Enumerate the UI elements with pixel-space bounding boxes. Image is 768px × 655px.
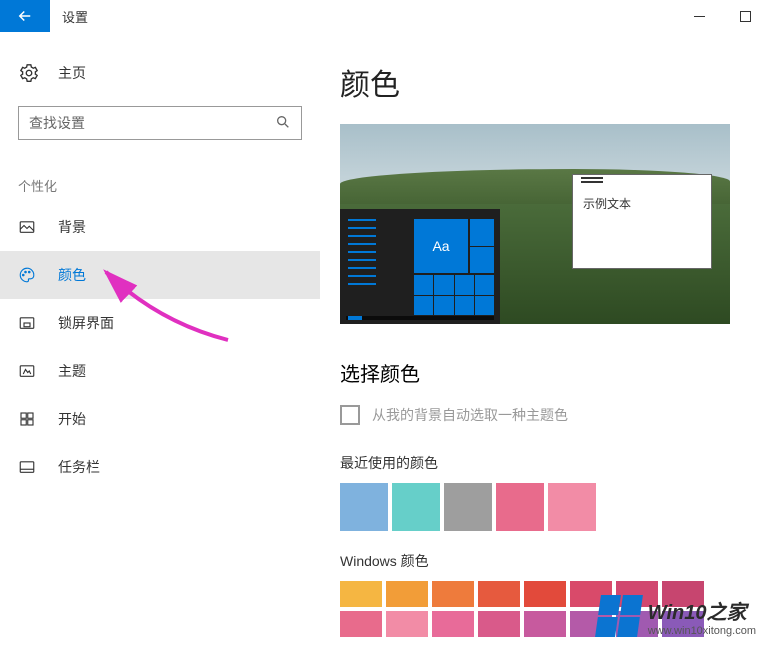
section-label: 个性化 — [0, 152, 320, 203]
tile-accent: Aa — [414, 219, 468, 273]
content-pane: 颜色 示例文本 Aa 选择颜色 从我的背景自动选取一种主题色 最近使用的颜色 W… — [320, 32, 768, 655]
start-preview: Aa — [340, 209, 500, 324]
nav-label: 开始 — [58, 409, 86, 429]
color-swatch[interactable] — [524, 581, 566, 607]
nav-start[interactable]: 开始 — [0, 395, 320, 443]
recent-colors-row — [340, 483, 740, 531]
nav-background[interactable]: 背景 — [0, 203, 320, 251]
choose-color-heading: 选择颜色 — [340, 358, 760, 387]
search-input[interactable]: 查找设置 — [18, 106, 302, 140]
image-icon — [18, 218, 40, 236]
auto-pick-checkbox[interactable]: 从我的背景自动选取一种主题色 — [340, 405, 760, 425]
home-label: 主页 — [58, 63, 86, 83]
sample-text: 示例文本 — [583, 195, 631, 212]
search-placeholder: 查找设置 — [29, 113, 85, 133]
taskbar-icon — [18, 458, 40, 476]
palette-icon — [18, 266, 40, 284]
watermark-url: www.win10xitong.com — [648, 625, 756, 637]
windows-colors-label: Windows 颜色 — [340, 551, 760, 571]
titlebar: 设置 — [0, 0, 768, 32]
checkbox-icon — [340, 405, 360, 425]
theme-icon — [18, 362, 40, 380]
search-icon — [275, 114, 291, 133]
back-button[interactable] — [0, 0, 50, 32]
color-swatch[interactable] — [444, 483, 492, 531]
color-swatch[interactable] — [478, 611, 520, 637]
color-swatch[interactable] — [392, 483, 440, 531]
color-swatch[interactable] — [548, 483, 596, 531]
nav-themes[interactable]: 主题 — [0, 347, 320, 395]
minimize-button[interactable] — [676, 0, 722, 32]
watermark-title: Win10之家 — [648, 596, 756, 625]
page-title: 颜色 — [340, 60, 760, 104]
color-swatch[interactable] — [340, 581, 382, 607]
recent-colors-label: 最近使用的颜色 — [340, 453, 760, 473]
color-swatch[interactable] — [340, 611, 382, 637]
gear-icon — [18, 62, 40, 84]
nav-colors[interactable]: 颜色 — [0, 251, 320, 299]
color-swatch[interactable] — [340, 483, 388, 531]
sample-window: 示例文本 — [572, 174, 712, 269]
nav-label: 颜色 — [58, 265, 86, 285]
auto-pick-label: 从我的背景自动选取一种主题色 — [372, 405, 568, 425]
nav-label: 任务栏 — [58, 457, 100, 477]
nav-label: 主题 — [58, 361, 86, 381]
sidebar: 主页 查找设置 个性化 背景 颜色 锁屏界面 主题 开始 任务栏 — [0, 32, 320, 655]
start-icon — [18, 410, 40, 428]
home-link[interactable]: 主页 — [0, 52, 320, 94]
nav-label: 锁屏界面 — [58, 313, 114, 333]
color-swatch[interactable] — [496, 483, 544, 531]
window-title: 设置 — [50, 0, 100, 32]
windows-logo-icon — [595, 595, 643, 637]
color-swatch[interactable] — [478, 581, 520, 607]
lockscreen-icon — [18, 314, 40, 332]
watermark: Win10之家 www.win10xitong.com — [598, 595, 756, 637]
color-swatch[interactable] — [524, 611, 566, 637]
color-swatch[interactable] — [386, 611, 428, 637]
nav-lockscreen[interactable]: 锁屏界面 — [0, 299, 320, 347]
color-swatch[interactable] — [386, 581, 428, 607]
color-preview: 示例文本 Aa — [340, 124, 730, 324]
maximize-button[interactable] — [722, 0, 768, 32]
color-swatch[interactable] — [432, 611, 474, 637]
nav-label: 背景 — [58, 217, 86, 237]
nav-taskbar[interactable]: 任务栏 — [0, 443, 320, 491]
color-swatch[interactable] — [432, 581, 474, 607]
